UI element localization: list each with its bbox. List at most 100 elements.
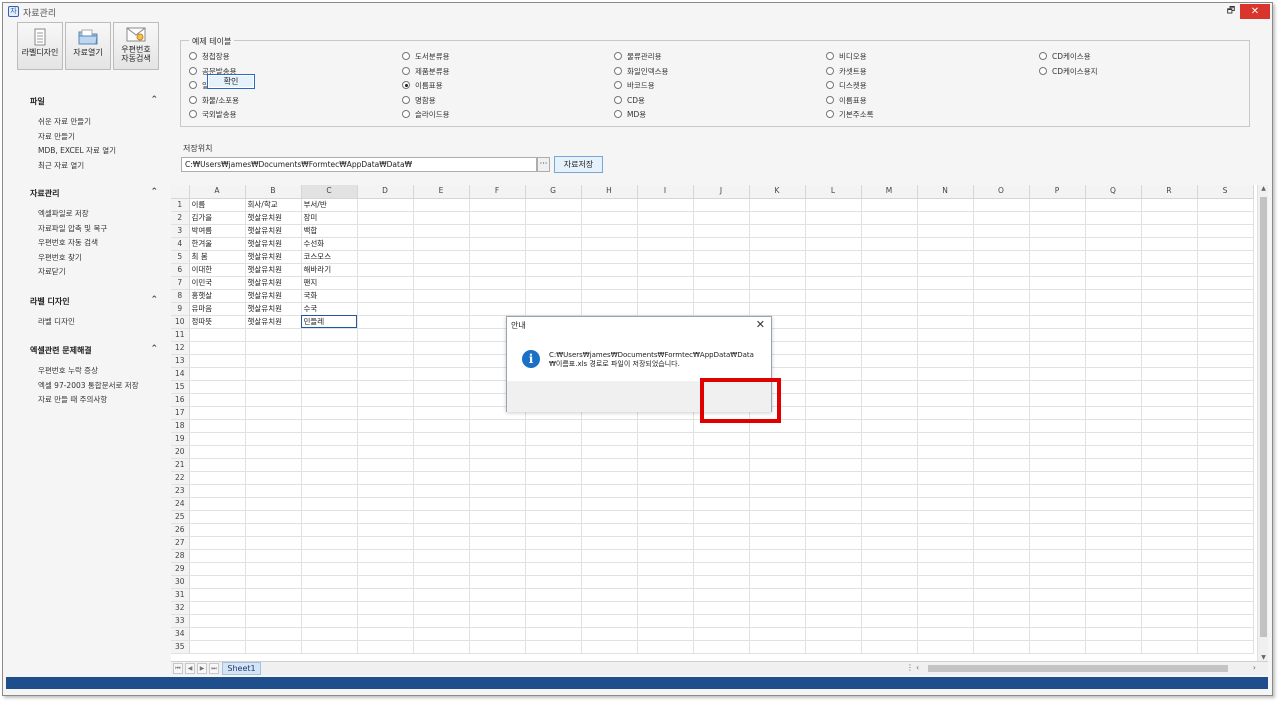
grid-cell[interactable] bbox=[357, 198, 414, 212]
grid-cell[interactable] bbox=[749, 601, 806, 615]
grid-cell[interactable] bbox=[581, 445, 638, 459]
grid-cell[interactable] bbox=[861, 211, 918, 225]
example-radio-option[interactable]: 청첩장용 bbox=[189, 51, 230, 63]
column-header[interactable]: C bbox=[301, 185, 358, 199]
grid-cell[interactable] bbox=[1141, 601, 1198, 615]
grid-cell[interactable] bbox=[749, 276, 806, 290]
radio-icon[interactable] bbox=[614, 95, 622, 104]
grid-cell[interactable] bbox=[301, 328, 358, 342]
grid-cell[interactable]: 햇살유치원 bbox=[245, 211, 302, 225]
grid-cell[interactable] bbox=[861, 406, 918, 420]
grid-cell[interactable] bbox=[749, 588, 806, 602]
grid-cell[interactable] bbox=[693, 484, 750, 498]
grid-cell[interactable] bbox=[357, 575, 414, 589]
radio-icon[interactable] bbox=[189, 81, 197, 89]
grid-cell[interactable] bbox=[469, 198, 526, 212]
column-header[interactable]: B bbox=[245, 185, 302, 199]
grid-cell[interactable] bbox=[749, 224, 806, 238]
grid-cell[interactable] bbox=[245, 393, 302, 407]
row-header[interactable]: 15 bbox=[171, 380, 190, 394]
row-header[interactable]: 24 bbox=[171, 497, 190, 511]
grid-cell[interactable] bbox=[1085, 627, 1142, 641]
grid-cell[interactable] bbox=[301, 588, 358, 602]
grid-cell[interactable] bbox=[245, 419, 302, 433]
next-sheet-icon[interactable]: ▶ bbox=[197, 663, 207, 674]
grid-cell[interactable] bbox=[413, 549, 470, 563]
grid-cell[interactable] bbox=[525, 432, 582, 446]
row-header[interactable]: 4 bbox=[171, 237, 190, 251]
grid-cell[interactable] bbox=[861, 380, 918, 394]
grid-cell[interactable] bbox=[357, 614, 414, 628]
grid-cell[interactable] bbox=[805, 328, 862, 342]
grid-cell[interactable] bbox=[917, 497, 974, 511]
grid-cell[interactable] bbox=[1197, 536, 1254, 550]
grid-cell[interactable] bbox=[1085, 315, 1142, 329]
browse-button[interactable]: ··· bbox=[537, 157, 550, 172]
grid-cell[interactable] bbox=[525, 302, 582, 316]
chevron-up-icon[interactable]: ⌃ bbox=[150, 295, 158, 305]
grid-cell[interactable] bbox=[301, 510, 358, 524]
grid-cell[interactable] bbox=[693, 471, 750, 485]
radio-icon[interactable] bbox=[614, 66, 622, 75]
grid-cell[interactable] bbox=[1141, 588, 1198, 602]
grid-cell[interactable]: 한겨울 bbox=[189, 237, 246, 251]
grid-cell[interactable] bbox=[469, 640, 526, 654]
row-header[interactable]: 25 bbox=[171, 510, 190, 524]
grid-cell[interactable] bbox=[749, 302, 806, 316]
grid-cell[interactable] bbox=[637, 224, 694, 238]
grid-cell[interactable] bbox=[805, 198, 862, 212]
grid-cell[interactable] bbox=[1197, 211, 1254, 225]
grid-cell[interactable] bbox=[1141, 211, 1198, 225]
grid-cell[interactable] bbox=[245, 341, 302, 355]
grid-cell[interactable] bbox=[749, 497, 806, 511]
grid-cell[interactable] bbox=[805, 367, 862, 381]
grid-cell[interactable] bbox=[189, 367, 246, 381]
grid-cell[interactable] bbox=[861, 315, 918, 329]
grid-cell[interactable] bbox=[469, 211, 526, 225]
grid-cell[interactable] bbox=[357, 432, 414, 446]
grid-cell[interactable] bbox=[1085, 380, 1142, 394]
grid-cell[interactable] bbox=[413, 575, 470, 589]
grid-cell[interactable] bbox=[301, 562, 358, 576]
grid-cell[interactable] bbox=[413, 484, 470, 498]
grid-cell[interactable] bbox=[973, 328, 1030, 342]
grid-cell[interactable] bbox=[1029, 198, 1086, 212]
grid-cell[interactable] bbox=[301, 601, 358, 615]
label-design-button[interactable]: 라벨디자인 bbox=[17, 22, 63, 70]
grid-cell[interactable] bbox=[973, 263, 1030, 277]
grid-cell[interactable] bbox=[693, 445, 750, 459]
grid-cell[interactable] bbox=[805, 224, 862, 238]
first-sheet-icon[interactable]: ⏮ bbox=[173, 663, 183, 674]
row-header[interactable]: 23 bbox=[171, 484, 190, 498]
grid-cell[interactable] bbox=[805, 575, 862, 589]
grid-cell[interactable] bbox=[917, 523, 974, 537]
grid-cell[interactable] bbox=[301, 627, 358, 641]
grid-cell[interactable] bbox=[189, 458, 246, 472]
grid-cell[interactable] bbox=[1085, 614, 1142, 628]
grid-cell[interactable] bbox=[861, 341, 918, 355]
grid-cell[interactable] bbox=[1085, 510, 1142, 524]
grid-cell[interactable] bbox=[469, 263, 526, 277]
grid-cell[interactable] bbox=[1085, 276, 1142, 290]
grid-cell[interactable] bbox=[469, 471, 526, 485]
grid-cell[interactable] bbox=[525, 497, 582, 511]
grid-cell[interactable]: 햇살유치원 bbox=[245, 276, 302, 290]
grid-cell[interactable] bbox=[1141, 484, 1198, 498]
grid-cell[interactable] bbox=[413, 536, 470, 550]
radio-icon[interactable] bbox=[402, 95, 410, 104]
grid-cell[interactable] bbox=[1029, 250, 1086, 264]
grid-cell[interactable] bbox=[581, 289, 638, 303]
grid-cell[interactable] bbox=[637, 536, 694, 550]
grid-cell[interactable] bbox=[1085, 328, 1142, 342]
grid-cell[interactable] bbox=[1085, 458, 1142, 472]
grid-cell[interactable] bbox=[917, 406, 974, 420]
grid-cell[interactable] bbox=[301, 367, 358, 381]
grid-cell[interactable] bbox=[917, 263, 974, 277]
grid-cell[interactable] bbox=[693, 250, 750, 264]
row-header[interactable]: 3 bbox=[171, 224, 190, 238]
grid-cell[interactable] bbox=[1197, 523, 1254, 537]
grid-cell[interactable] bbox=[861, 393, 918, 407]
grid-cell[interactable] bbox=[805, 237, 862, 251]
grid-cell[interactable] bbox=[1029, 601, 1086, 615]
grid-cell[interactable] bbox=[637, 497, 694, 511]
